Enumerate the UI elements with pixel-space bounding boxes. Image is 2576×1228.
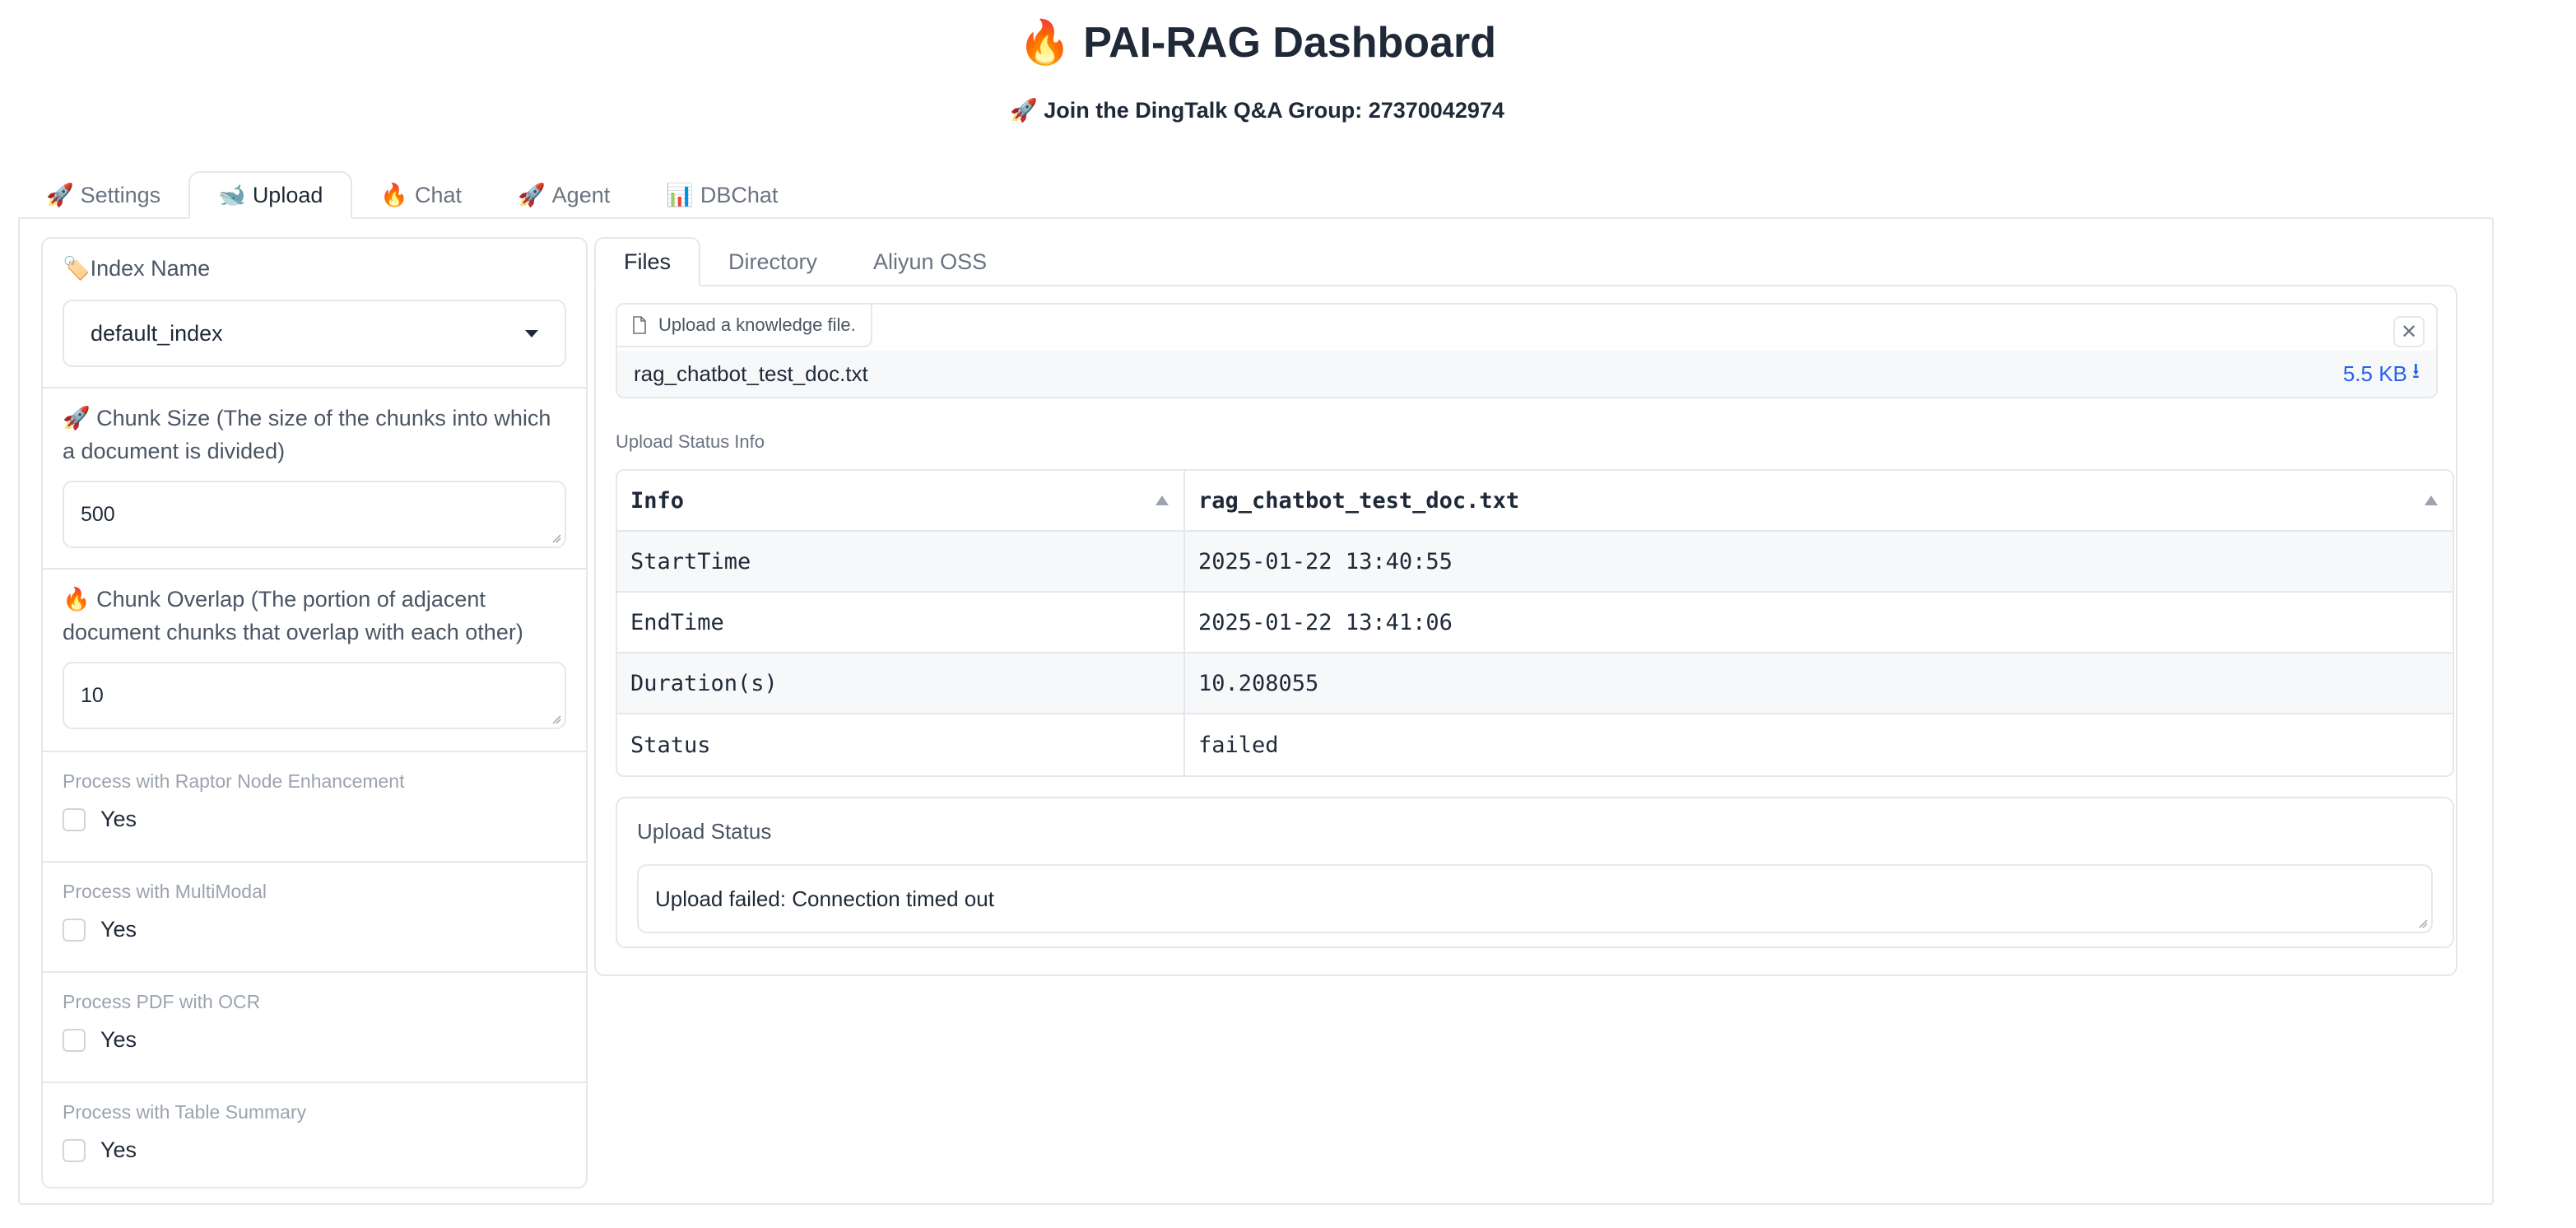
table-summary-checkbox[interactable]: [63, 1138, 86, 1162]
table-header-row: Info rag_chatbot_test_doc.txt: [617, 471, 2453, 532]
column-header[interactable]: Info: [617, 471, 1185, 532]
table-cell[interactable]: 2025-01-22 13:41:06: [1185, 593, 2453, 654]
chunk-overlap-block: 🔥 Chunk Overlap (The portion of adjacent…: [43, 570, 586, 752]
files-tab-panel: Upload a knowledge file. ✕ rag_chatbot_t…: [594, 285, 2457, 976]
whale-icon: 🐋: [218, 183, 246, 207]
upload-status-table: Info rag_chatbot_test_doc.txt StartTime …: [616, 469, 2454, 777]
table-summary-option: Process with Table Summary Yes: [43, 1083, 586, 1187]
chunk-overlap-input[interactable]: 10: [63, 662, 566, 729]
sort-icon[interactable]: [2425, 495, 2438, 505]
multimodal-option: Process with MultiModal Yes: [43, 863, 586, 973]
raptor-checkbox-row[interactable]: Yes: [63, 807, 566, 832]
pdf-ocr-option: Process PDF with OCR Yes: [43, 973, 586, 1083]
table-cell[interactable]: StartTime: [617, 532, 1185, 593]
upload-label-chip: Upload a knowledge file.: [617, 305, 872, 347]
resize-grip-icon[interactable]: [551, 533, 561, 543]
tab-label: DBChat: [700, 182, 779, 207]
tab-chat[interactable]: 🔥 Chat: [352, 171, 490, 219]
fire-icon: 🔥: [380, 183, 408, 207]
index-name-label: 🏷️Index Name: [63, 256, 211, 281]
chunk-overlap-label: 🔥 Chunk Overlap (The portion of adjacent…: [63, 587, 523, 644]
tab-label: Upload: [252, 182, 323, 207]
tab-settings[interactable]: 🚀 Settings: [18, 171, 188, 219]
table-row: Status failed: [617, 714, 2453, 775]
clear-file-button[interactable]: ✕: [2393, 316, 2425, 347]
upload-source-panel: Files Directory Aliyun OSS Upload a know…: [594, 237, 2471, 978]
index-name-dropdown[interactable]: default_index: [63, 300, 566, 367]
raptor-option-label: Process with Raptor Node Enhancement: [63, 770, 405, 792]
close-icon: ✕: [2400, 320, 2418, 343]
upload-status-label: Upload Status: [637, 819, 772, 844]
rocket-icon: 🚀: [46, 183, 74, 207]
column-header[interactable]: rag_chatbot_test_doc.txt: [1185, 471, 2453, 532]
upload-status-textbox[interactable]: Upload failed: Connection timed out: [637, 864, 2433, 933]
pdf-ocr-checkbox-row[interactable]: Yes: [63, 1027, 566, 1053]
raptor-option: Process with Raptor Node Enhancement Yes: [43, 752, 586, 863]
tab-label: Settings: [80, 182, 161, 207]
checkbox-label: Yes: [100, 1137, 137, 1162]
upload-status-box: Upload Status Upload failed: Connection …: [616, 797, 2454, 948]
table-cell[interactable]: 10.208055: [1185, 654, 2453, 714]
file-icon: [633, 316, 646, 334]
checkbox-label: Yes: [100, 1027, 137, 1052]
table-cell[interactable]: Status: [617, 714, 1185, 775]
table-row: EndTime 2025-01-22 13:41:06: [617, 593, 2453, 654]
chunk-overlap-value: 10: [81, 683, 104, 707]
multimodal-checkbox-row[interactable]: Yes: [63, 917, 566, 942]
table-row: Duration(s) 10.208055: [617, 654, 2453, 714]
checkbox-label: Yes: [100, 917, 137, 942]
table-cell[interactable]: Duration(s): [617, 654, 1185, 714]
tab-files[interactable]: Files: [594, 237, 701, 286]
raptor-checkbox[interactable]: [63, 807, 86, 831]
chunk-size-label: 🚀 Chunk Size (The size of the chunks int…: [63, 406, 551, 463]
upload-label: Upload a knowledge file.: [658, 314, 856, 335]
table-cell[interactable]: 2025-01-22 13:40:55: [1185, 532, 2453, 593]
chunk-size-input[interactable]: 500: [63, 481, 566, 548]
column-header-label: rag_chatbot_test_doc.txt: [1198, 487, 1520, 514]
uploaded-file-name: rag_chatbot_test_doc.txt: [634, 360, 868, 386]
bar-chart-icon: 📊: [666, 183, 694, 207]
main-tab-bar: 🚀 Settings 🐋 Upload 🔥 Chat 🚀 Agent 📊 DBC…: [18, 170, 806, 219]
download-icon: ⭳: [2411, 358, 2420, 383]
resize-grip-icon[interactable]: [2418, 919, 2428, 928]
pdf-ocr-option-label: Process PDF with OCR: [63, 991, 261, 1012]
chevron-down-icon: [525, 329, 538, 337]
tab-label: Chat: [415, 182, 463, 207]
table-cell[interactable]: failed: [1185, 714, 2453, 775]
file-size: 5.5 KB: [2342, 360, 2407, 386]
table-summary-option-label: Process with Table Summary: [63, 1101, 307, 1123]
tab-directory[interactable]: Directory: [700, 237, 845, 286]
tab-dbchat[interactable]: 📊 DBChat: [638, 171, 806, 219]
source-tab-bar: Files Directory Aliyun OSS: [594, 237, 1015, 286]
uploaded-file-row: rag_chatbot_test_doc.txt 5.5 KB ⭳: [617, 351, 2436, 397]
rocket-icon: 🚀: [518, 183, 546, 207]
index-name-value: default_index: [91, 320, 223, 346]
pdf-ocr-checkbox[interactable]: [63, 1028, 86, 1052]
table-summary-checkbox-row[interactable]: Yes: [63, 1137, 566, 1163]
upload-status-info-label: Upload Status Info: [616, 431, 765, 452]
resize-grip-icon[interactable]: [551, 714, 561, 724]
upload-status-value: Upload failed: Connection timed out: [655, 886, 994, 911]
checkbox-label: Yes: [100, 807, 137, 831]
index-name-block: 🏷️Index Name default_index: [43, 239, 586, 388]
column-header-label: Info: [630, 487, 685, 514]
chunk-size-block: 🚀 Chunk Size (The size of the chunks int…: [43, 388, 586, 570]
upload-tab-panel: 🏷️Index Name default_index 🚀 Chunk Size …: [18, 217, 2494, 1205]
tab-label: Agent: [551, 182, 611, 207]
tab-agent[interactable]: 🚀 Agent: [490, 171, 638, 219]
multimodal-option-label: Process with MultiModal: [63, 881, 267, 902]
tab-aliyun-oss[interactable]: Aliyun OSS: [845, 237, 1015, 286]
table-row: StartTime 2025-01-22 13:40:55: [617, 532, 2453, 593]
tab-upload[interactable]: 🐋 Upload: [188, 171, 353, 219]
table-cell[interactable]: EndTime: [617, 593, 1185, 654]
page-title: 🔥 PAI-RAG Dashboard: [1018, 19, 1496, 67]
download-file-link[interactable]: 5.5 KB ⭳: [2343, 356, 2420, 392]
multimodal-checkbox[interactable]: [63, 918, 86, 942]
file-upload-box[interactable]: Upload a knowledge file. ✕ rag_chatbot_t…: [616, 303, 2438, 398]
sort-icon[interactable]: [1155, 495, 1169, 505]
chunk-size-value: 500: [81, 502, 115, 526]
community-group-info: 🚀 Join the DingTalk Q&A Group: 273700429…: [1010, 98, 1504, 123]
upload-settings-panel: 🏷️Index Name default_index 🚀 Chunk Size …: [41, 237, 588, 1188]
